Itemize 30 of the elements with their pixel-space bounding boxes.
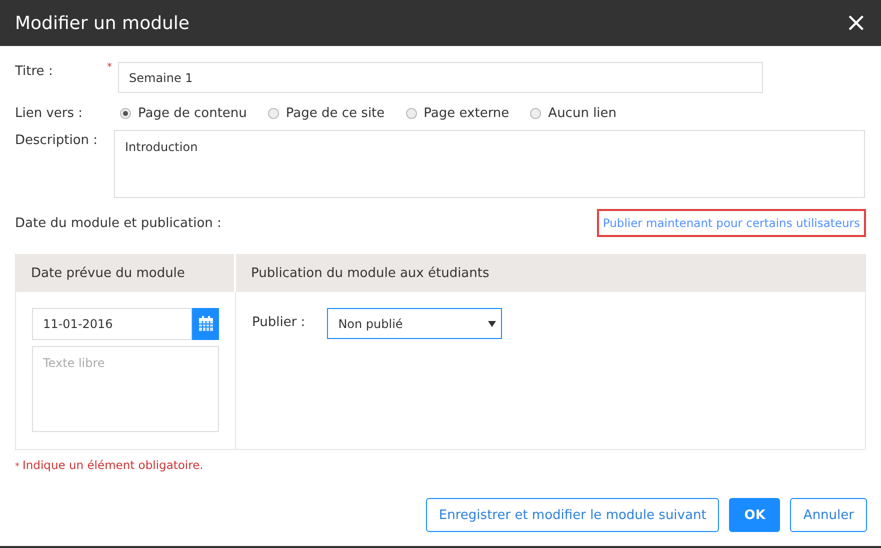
- column-header: Publication du module aux étudiants: [236, 254, 865, 292]
- caret-icon: [488, 320, 496, 326]
- required-note: Indique un élément obligatoire.: [22, 458, 204, 472]
- radio-icon[interactable]: [530, 108, 542, 119]
- title-field[interactable]: Semaine 1: [118, 62, 763, 93]
- calendar-button[interactable]: [192, 308, 219, 340]
- radio-icon[interactable]: [268, 108, 279, 119]
- field-label: Titre :: [15, 63, 54, 79]
- radio-option[interactable]: Page de contenu: [120, 106, 247, 121]
- required-mark: *: [15, 462, 20, 472]
- radio-icon[interactable]: [406, 108, 417, 119]
- radio-icon[interactable]: [120, 108, 131, 119]
- radio-option[interactable]: Aucun lien: [530, 106, 617, 121]
- date-field[interactable]: 11-01-2016: [32, 308, 192, 340]
- calendar-icon: [198, 316, 214, 332]
- radio-option[interactable]: Page de ce site: [268, 106, 385, 121]
- description-field[interactable]: Introduction: [114, 130, 865, 198]
- section-label: Date du module et publication :: [15, 216, 222, 230]
- free-text-field[interactable]: Texte libre: [32, 346, 219, 432]
- required-mark: *: [107, 62, 113, 73]
- window-title: Modifier un module: [15, 12, 190, 34]
- publish-select[interactable]: Non publié: [327, 308, 502, 339]
- field-label: Publier :: [252, 314, 306, 330]
- action-button[interactable]: Enregistrer et modifier le module suivant: [426, 498, 720, 532]
- close-button[interactable]: ×: [843, 10, 869, 36]
- action-button[interactable]: Annuler: [790, 498, 867, 532]
- radio-option[interactable]: Page externe: [406, 106, 510, 121]
- column-header: Date prévue du module: [16, 254, 236, 292]
- field-label: Lien vers :: [15, 106, 84, 121]
- field-label: Description :: [15, 132, 99, 148]
